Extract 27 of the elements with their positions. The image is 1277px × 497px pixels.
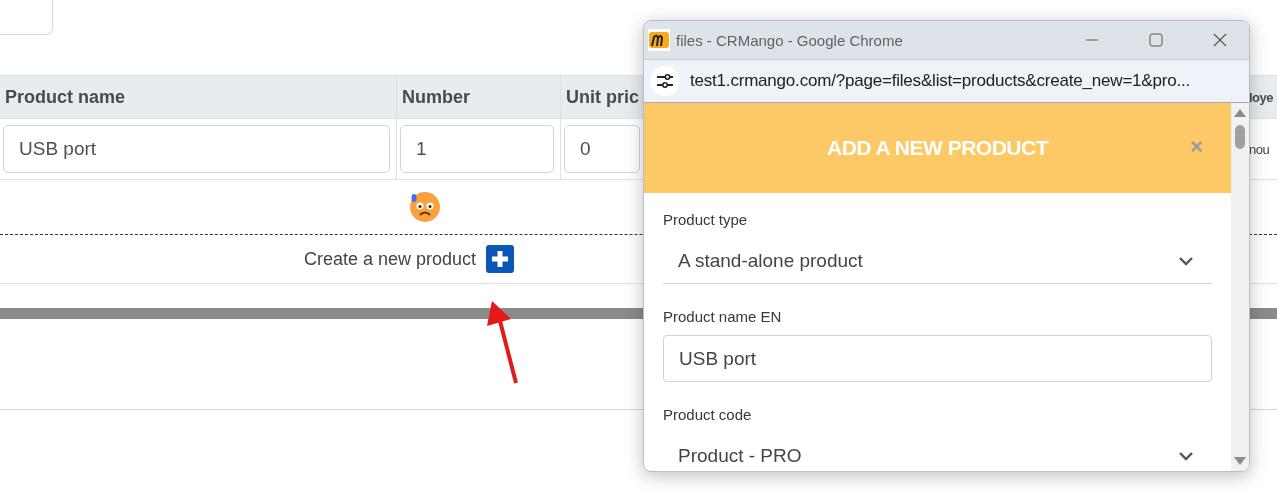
field-label: Product code [663,406,753,423]
window-title: files - CRMango - Google Chrome [676,31,904,49]
field-label: Product type [663,211,749,228]
site-settings-button[interactable] [650,66,680,96]
create-product-link[interactable]: Create a new product [304,248,477,270]
chevron-down-icon [1178,450,1194,461]
worried-emoji-icon [409,191,441,223]
close-icon[interactable] [1213,33,1227,47]
input-field[interactable]: USB port [663,335,1212,382]
table-cell: nou [1249,141,1270,157]
select-field[interactable]: Product - PRO [663,433,1212,471]
dialog-title: ADD A NEW PRODUCT [827,136,1048,160]
plus-icon[interactable] [486,245,515,273]
column-header: Product name [0,75,397,119]
maximize-icon[interactable] [1149,33,1163,47]
logo-icon [648,29,670,51]
chevron-down-icon [1178,255,1194,266]
select-field[interactable]: A stand-alone product [663,238,1212,284]
number-field[interactable]: 1 [400,125,554,173]
product-name-field[interactable]: USB port [3,125,390,173]
scrollbar[interactable] [1231,103,1249,471]
column-header: loye [1249,75,1277,119]
column-header: Number [397,75,561,119]
field-label: Product name EN [663,308,783,325]
input-field[interactable] [0,0,53,35]
sliders-icon[interactable] [656,74,674,88]
unit-price-field[interactable]: 0 [564,125,640,173]
